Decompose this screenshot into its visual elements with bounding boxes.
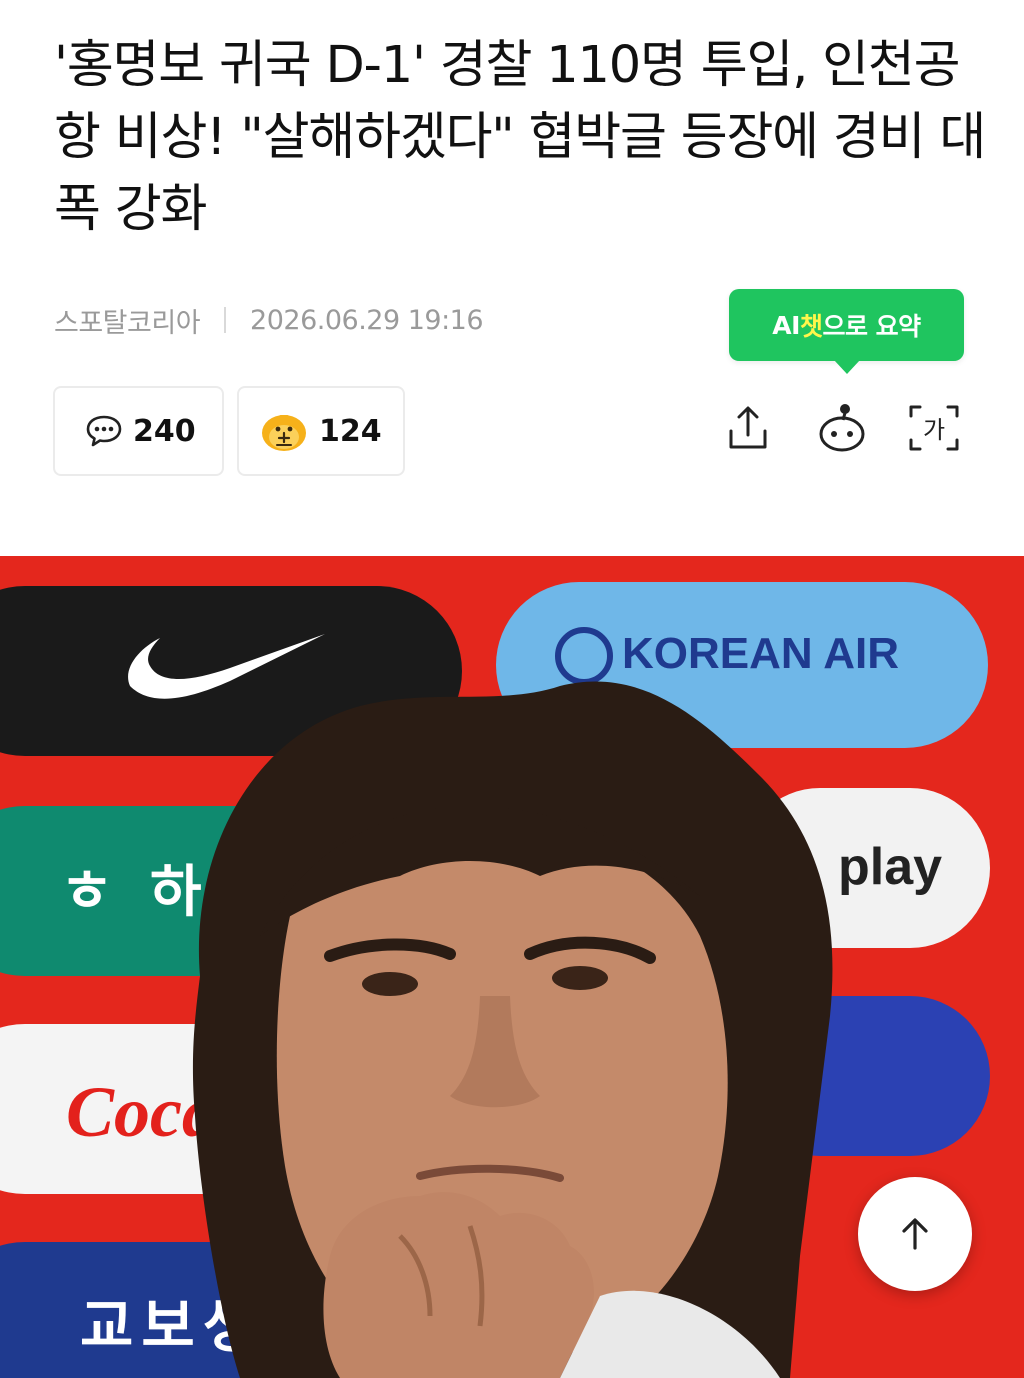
font-size-button[interactable]: 가 [906, 400, 962, 456]
play-text: play [838, 838, 942, 896]
korean-air-text: KOREAN AIR [622, 629, 899, 678]
article-datetime: 2026.06.29 19:16 [250, 304, 484, 336]
article-meta: 스포탈코리아 2026.06.29 19:16 [54, 300, 484, 340]
bot-icon [819, 404, 865, 452]
ai-summary-button[interactable]: AI 챗 으로 요약 [729, 289, 964, 374]
article-source[interactable]: 스포탈코리아 [54, 301, 201, 340]
hana-symbol: ㅎ [60, 857, 113, 925]
reactions-button[interactable]: 124 [237, 386, 405, 476]
comments-button[interactable]: 240 [53, 386, 224, 476]
share-button[interactable] [720, 400, 776, 456]
ai-summary-highlight: 챗 [799, 312, 823, 341]
arrow-up-icon [902, 1218, 928, 1250]
ai-summary-suffix: 으로 요약 [822, 312, 921, 341]
font-size-glyph: 가 [923, 416, 945, 444]
article-headline: '홍명보 귀국 D-1' 경찰 110명 투입, 인천공항 비상! "살해하겠다… [54, 36, 986, 239]
share-icon [729, 406, 767, 449]
bot-button[interactable] [814, 400, 870, 456]
hana-text: 하 [150, 860, 202, 925]
ai-summary-prefix: AI [772, 310, 800, 340]
scroll-to-top-button[interactable] [858, 1177, 972, 1291]
comment-icon [86, 415, 122, 447]
meta-divider [224, 307, 227, 333]
reactions-count: 124 [319, 413, 382, 449]
font-size-icon: 가 [909, 405, 959, 451]
article-page: '홍명보 귀국 D-1' 경찰 110명 투입, 인천공항 비상! "살해하겠다… [0, 0, 1024, 1378]
reaction-emoji-icon [262, 415, 306, 451]
comments-count: 240 [133, 413, 196, 449]
